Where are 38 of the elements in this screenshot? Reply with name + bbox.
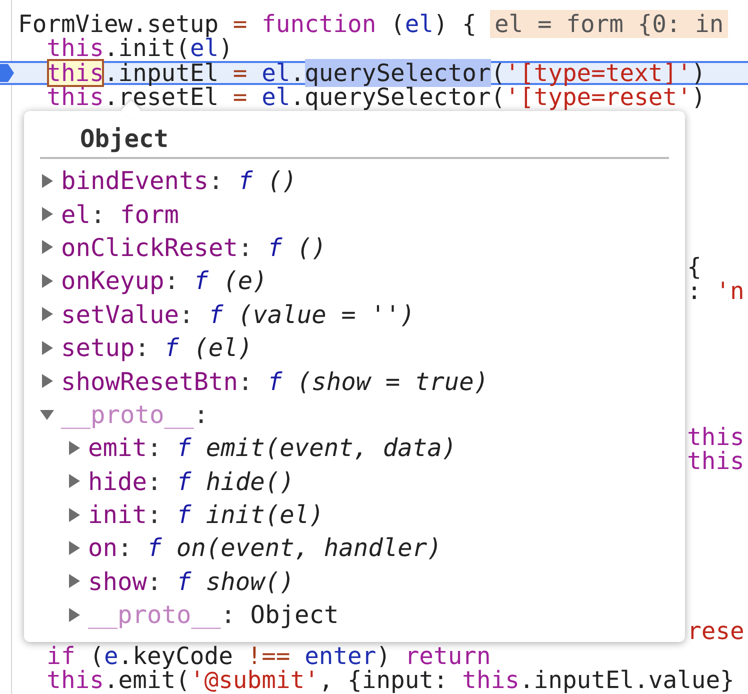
code-text: { xyxy=(687,254,702,280)
property-row[interactable]: init: f init(el) xyxy=(67,498,328,532)
property-row[interactable]: showResetBtn: f (show = true) xyxy=(40,364,493,398)
property-row[interactable]: show: f show() xyxy=(67,564,298,598)
expand-triangle-icon[interactable] xyxy=(67,540,81,556)
code-text: FormView.setup = function (el) { xyxy=(18,10,476,38)
code-text: if (e.keyCode !== enter) return xyxy=(46,642,491,670)
expand-triangle-icon[interactable] xyxy=(40,373,54,390)
expand-triangle-icon[interactable] xyxy=(40,272,54,289)
popover-title: Object xyxy=(79,123,169,155)
property-row[interactable]: emit: f emit(event, data) xyxy=(67,431,461,465)
code-text: this xyxy=(687,425,746,450)
property-row[interactable]: hide: f hide() xyxy=(67,464,298,498)
expand-triangle-icon[interactable] xyxy=(40,340,54,356)
property-row[interactable]: __proto__: Object xyxy=(67,598,343,632)
property-row[interactable]: el: form xyxy=(40,197,183,231)
property-row[interactable]: on: f on(event, handler) xyxy=(67,531,446,565)
property-row[interactable]: setup: f (el) xyxy=(40,330,257,364)
expand-triangle-icon[interactable] xyxy=(40,206,54,222)
expand-triangle-icon[interactable] xyxy=(40,172,54,189)
expand-triangle-icon[interactable] xyxy=(40,239,54,256)
breakpoint-icon[interactable] xyxy=(0,64,14,82)
code-text: this xyxy=(687,449,746,474)
expand-triangle-icon[interactable] xyxy=(40,306,54,322)
property-row[interactable]: bindEvents: f () xyxy=(40,164,301,198)
property-row[interactable]: onClickReset: f () xyxy=(40,230,330,264)
expand-triangle-icon[interactable] xyxy=(67,440,81,456)
expand-triangle-icon[interactable] xyxy=(67,506,81,523)
expand-triangle-icon[interactable] xyxy=(67,606,81,623)
property-row[interactable]: onKeyup: f (e) xyxy=(40,264,272,298)
code-text: rese xyxy=(687,619,746,644)
expand-triangle-icon[interactable] xyxy=(67,573,81,590)
property-row[interactable]: setValue: f (value = '') xyxy=(40,298,419,331)
property-row[interactable]: __proto__: xyxy=(40,398,228,432)
code-text: this.inputEl = el.querySelector('[type=text]') xyxy=(46,58,706,87)
inline-value: el = form {0: in xyxy=(490,10,728,38)
code-text: : 'n xyxy=(687,279,746,304)
expand-triangle-icon[interactable] xyxy=(67,473,81,490)
